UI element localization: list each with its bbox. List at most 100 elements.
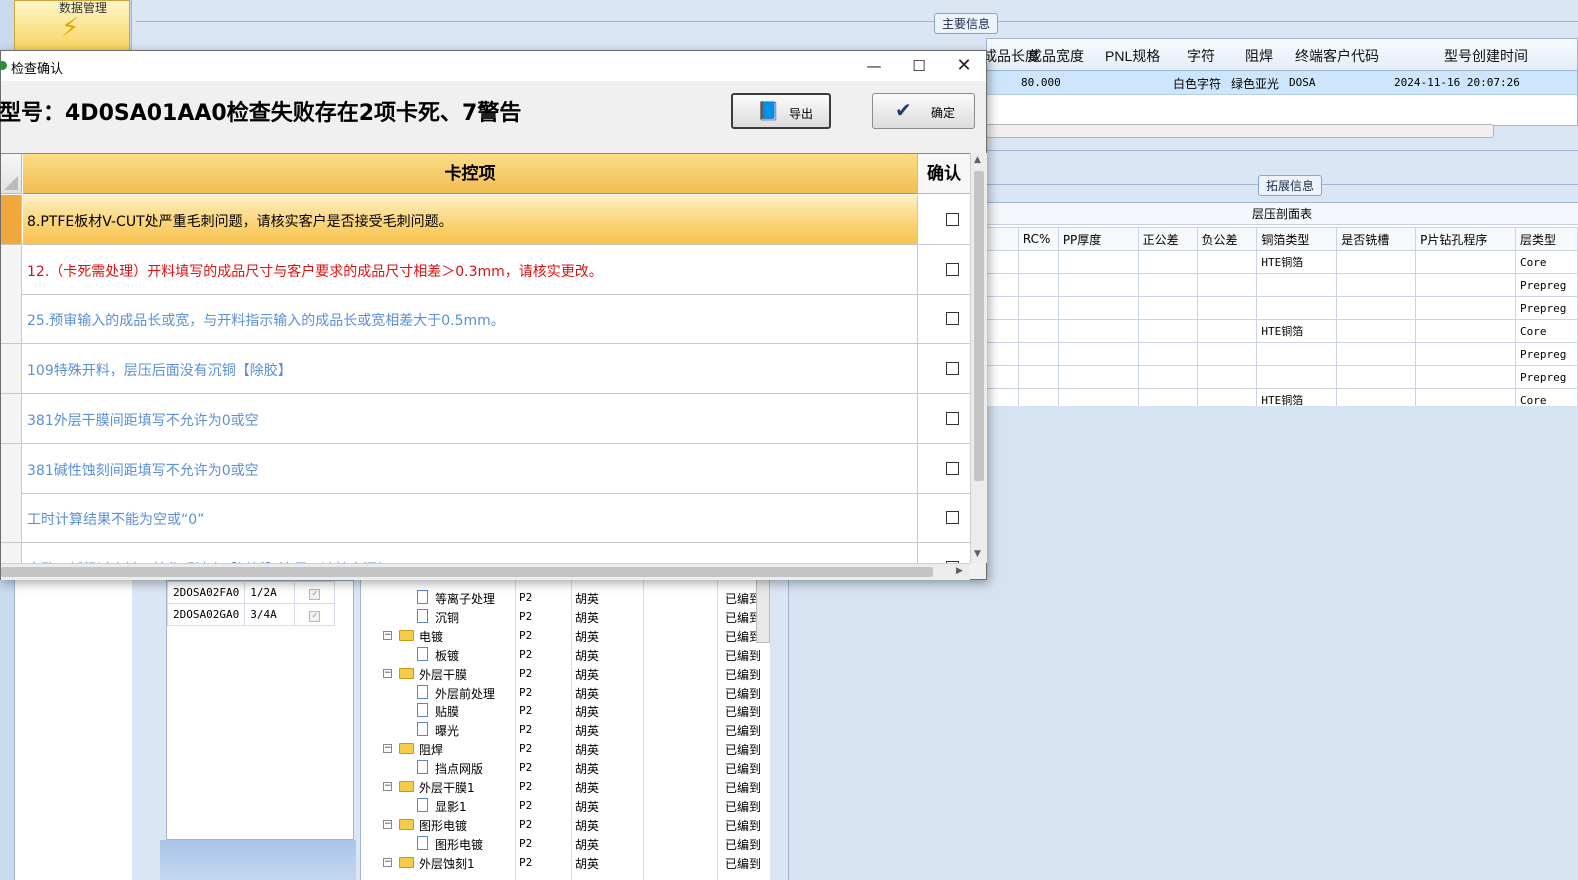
row-header[interactable] [1, 393, 22, 443]
check-grid-vertical-scrollbar[interactable]: ▲ ▼ [970, 153, 987, 563]
tree-node[interactable]: − 阻焊 P2 胡英 已编到 [361, 740, 771, 759]
check-item-row[interactable]: 12.（卡死需处理）开料填写的成品尺寸与客户要求的成品尺寸相差＞0.3mm，请核… [1, 244, 970, 295]
check-item-row[interactable]: 8.PTFE板材V-CUT处严重毛刺问题，请核实客户是否接受毛刺问题。 [1, 195, 970, 245]
check-item-text: 381外层干膜间距填写不允许为0或空 [27, 412, 259, 429]
confirm-checkbox[interactable] [946, 362, 959, 376]
sub-model-footer [160, 840, 356, 880]
scroll-thumb[interactable] [1, 567, 933, 577]
check-item-text: 8.PTFE板材V-CUT处严重毛刺问题，请核实客户是否接受毛刺问题。 [27, 214, 453, 230]
row-checkbox[interactable]: ✓ [309, 610, 321, 622]
tree-vertical-scrollbar[interactable] [756, 575, 770, 643]
main-grid-horizontal-scrollbar[interactable] [986, 124, 1494, 138]
confirm-checkbox[interactable] [946, 511, 959, 525]
tree-node[interactable]: − 外层蚀刻1 P2 胡英 已编到 [361, 854, 771, 873]
confirm-checkbox[interactable] [946, 262, 959, 276]
tree-node[interactable]: 曝光 P2 胡英 已编到 [361, 721, 771, 740]
check-items-grid[interactable]: 卡控项 确认 8.PTFE板材V-CUT处严重毛刺问题，请核实客户是否接受毛刺问… [1, 153, 970, 563]
collapse-icon[interactable]: − [383, 782, 392, 791]
col-legend[interactable]: 字符 [1187, 46, 1215, 66]
table-row[interactable]: 80.000 白色字符 绿色亚光 DOSA 2024-11-16 20:07:2… [987, 71, 1577, 95]
tree-node[interactable]: 挡点网版 P2 胡英 已编到 [361, 759, 771, 778]
confirm-checkbox[interactable] [946, 411, 959, 425]
collapse-icon[interactable]: − [383, 668, 392, 678]
col-check-item[interactable]: 卡控项 [23, 154, 917, 194]
tree-node[interactable]: 沉铜 P2 胡英 已编到 [361, 608, 771, 627]
col-milling[interactable]: 是否铣槽 [1336, 227, 1417, 251]
tree-node[interactable]: 图形电镀 P2 胡英 已编到 [361, 835, 771, 854]
row-header[interactable] [1, 493, 22, 543]
check-item-row[interactable]: 25.预审输入的成品长或宽，与开料指示输入的成品长或宽相差大于0.5mm。 [1, 294, 970, 345]
data-management-module-button[interactable]: 数据管理 ⚡ [14, 0, 130, 52]
col-customer-code[interactable]: 终端客户代码 [1295, 46, 1379, 66]
document-icon [417, 590, 428, 604]
col-plus-tol[interactable]: 正公差 [1137, 227, 1198, 251]
row-header[interactable] [1, 294, 22, 344]
check-item-text: 109特殊开料，层压后面没有沉铜【除胶】 [27, 363, 292, 380]
check-item-row[interactable]: 381外层干膜间距填写不允许为0或空 [1, 393, 970, 444]
minimize-button[interactable]: — [851, 51, 897, 81]
table-row[interactable]: 2DOSA02FA0 1/2A ✓ [166, 581, 336, 604]
row-checkbox[interactable]: ✓ [309, 588, 321, 600]
col-copper-type[interactable]: 铜箔类型 [1256, 227, 1338, 251]
col-pp-thickness[interactable]: PP厚度 [1057, 227, 1139, 251]
collapse-icon[interactable]: − [383, 630, 392, 640]
layer-stackup-grid[interactable]: 层压剖面表 RC% PP厚度 正公差 负公差 铜箔类型 是否铣槽 P片钻孔程序 … [986, 202, 1578, 412]
row-header[interactable] [1, 443, 22, 493]
row-header[interactable] [1, 542, 22, 563]
confirm-checkbox[interactable] [946, 461, 959, 475]
row-header[interactable] [1, 344, 22, 394]
tree-node[interactable]: 板镀 P2 胡英 已编到 [361, 646, 771, 665]
row-header[interactable] [1, 244, 22, 294]
select-all-corner[interactable] [1, 154, 22, 194]
confirm-checkbox[interactable] [946, 312, 959, 326]
col-minus-tol[interactable]: 负公差 [1196, 227, 1258, 251]
check-item-row[interactable]: 工时计算结果不能为空或“0” [1, 493, 970, 544]
close-button[interactable]: ✕ [941, 51, 987, 81]
col-width[interactable]: 成品宽度 [1028, 46, 1084, 66]
tree-node[interactable]: 贴膜 P2 胡英 已编到 [361, 702, 771, 721]
row-header[interactable] [1, 195, 22, 244]
confirm-button[interactable]: ✔ 确定 [872, 93, 975, 129]
col-rc[interactable]: RC% [1017, 227, 1059, 251]
check-item-row[interactable]: 盲孔子板经过电镀，按化后缺少【树板】流程，请核实添加 [1, 542, 970, 563]
col-confirm[interactable]: 确认 [917, 154, 970, 194]
maximize-button[interactable]: ☐ [896, 51, 942, 81]
tree-node[interactable]: 等离子处理 P2 胡英 已编到 [361, 589, 771, 608]
collapse-icon[interactable]: − [383, 819, 392, 829]
document-icon [417, 703, 428, 718]
sub-model-grid[interactable]: 2DOSA02FA0 1/2A ✓ 2DOSA02GA0 3/4A ✓ [166, 580, 354, 840]
collapse-icon[interactable]: − [383, 744, 392, 754]
collapse-icon[interactable]: − [383, 857, 392, 867]
check-item-row[interactable]: 381碱性蚀刻间距填写不允许为0或空 [1, 443, 970, 494]
table-row[interactable]: Prepreg [986, 365, 1578, 389]
export-button[interactable]: 📘 导出 [731, 93, 831, 129]
scroll-right-icon[interactable]: ▶ [956, 566, 963, 576]
table-row[interactable]: 2DOSA02GA0 3/4A ✓ [166, 603, 336, 626]
table-row[interactable]: HTE铜箔 Core [986, 319, 1578, 343]
check-item-row[interactable]: 109特殊开料，层压后面没有沉铜【除胶】 [1, 344, 970, 395]
table-row[interactable]: Prepreg [986, 342, 1578, 366]
check-grid-horizontal-scrollbar[interactable]: ▶ [1, 563, 970, 580]
tree-node[interactable]: − 图形电镀 P2 胡英 已编到 [361, 816, 771, 835]
process-tree[interactable]: 等离子处理 P2 胡英 已编到 沉铜 P2 胡英 已编到 − 电镀 P2 胡英 已编到 板镀 P2 胡英 已编到… [360, 575, 770, 880]
scroll-down-icon[interactable]: ▼ [974, 549, 981, 559]
tree-node[interactable]: 外层前处理 P2 胡英 已编到 [361, 684, 771, 703]
dialog-titlebar[interactable]: 检查确认 — ☐ ✕ [0, 51, 987, 81]
tree-node[interactable]: − 外层干膜1 P2 胡英 已编到 [361, 778, 771, 797]
col-layer-type[interactable]: 层类型 [1514, 227, 1578, 251]
confirm-checkbox[interactable] [946, 213, 959, 226]
lightning-icon: ⚡ [61, 13, 80, 43]
tree-node[interactable]: 显影1 P2 胡英 已编到 [361, 797, 771, 816]
col-soldermask[interactable]: 阻焊 [1245, 46, 1273, 66]
main-info-grid[interactable]: 成品长度 成品宽度 PNL规格 字符 阻焊 终端客户代码 型号创建时间 80.0… [983, 38, 1578, 126]
table-row[interactable]: HTE铜箔 Core [986, 250, 1578, 274]
scroll-thumb[interactable] [974, 171, 984, 481]
table-row[interactable]: Prepreg [986, 273, 1578, 297]
col-create-time[interactable]: 型号创建时间 [1444, 46, 1528, 66]
tree-node[interactable]: − 外层干膜 P2 胡英 已编到 [361, 665, 771, 684]
tree-node[interactable]: − 电镀 P2 胡英 已编到 [361, 627, 771, 646]
col-pnl[interactable]: PNL规格 [1105, 46, 1160, 66]
scroll-up-icon[interactable]: ▲ [974, 155, 981, 165]
table-row[interactable]: Prepreg [986, 296, 1578, 320]
col-drill-program[interactable]: P片钻孔程序 [1415, 227, 1516, 251]
